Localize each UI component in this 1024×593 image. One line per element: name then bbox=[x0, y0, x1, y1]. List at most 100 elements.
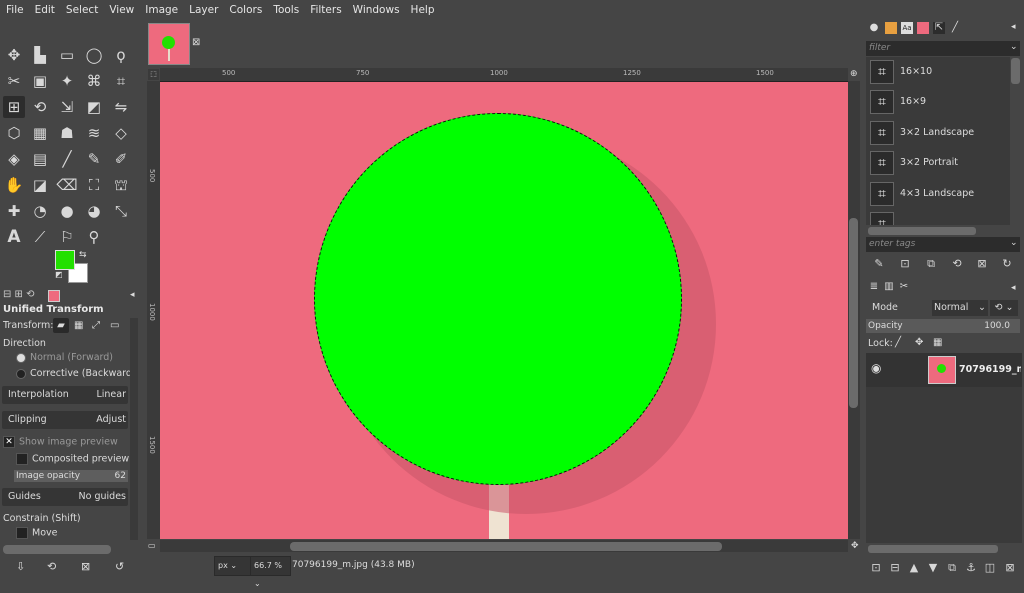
duplicate-preset-icon[interactable]: ⧉ bbox=[924, 257, 938, 271]
restore-options-icon[interactable]: ⟲ bbox=[47, 560, 56, 573]
clipping-select[interactable]: Clipping Adjust bbox=[2, 411, 128, 429]
smudge-icon[interactable]: ✋ bbox=[3, 174, 25, 196]
lock-position-icon[interactable]: ✥ bbox=[915, 337, 923, 348]
free-select-icon[interactable]: ϙ bbox=[110, 44, 132, 66]
fuzzy-select-icon[interactable]: ✦ bbox=[56, 70, 78, 92]
tool-options-vscroll[interactable] bbox=[130, 318, 138, 540]
handle-transform-icon[interactable]: ≋ bbox=[83, 122, 105, 144]
crop-tool-icon[interactable]: ⌗ bbox=[110, 70, 132, 92]
transform-path-icon[interactable]: ⤢ bbox=[92, 320, 100, 331]
composited-preview-checkbox[interactable]: Composited preview bbox=[16, 453, 129, 465]
quick-mask-toggle[interactable]: ⬚ bbox=[148, 69, 159, 80]
menu-help[interactable]: Help bbox=[405, 4, 440, 16]
unified-transform-icon[interactable]: ⊞ bbox=[3, 96, 25, 118]
mode-options-icon[interactable]: ⟲ ⌄ bbox=[990, 300, 1018, 316]
brushes-tab-icon[interactable]: ● bbox=[868, 22, 880, 34]
measure-icon[interactable]: ⚐ bbox=[56, 226, 78, 248]
layers-menu-icon[interactable]: ◂ bbox=[1011, 283, 1016, 293]
list-item[interactable]: ⌗ 3×2 Landscape bbox=[866, 118, 1010, 148]
delete-layer-icon[interactable]: ⊠ bbox=[1003, 561, 1017, 575]
perspective-icon[interactable]: ◇ bbox=[110, 122, 132, 144]
perspective-clone-icon[interactable]: ⛫ bbox=[110, 174, 132, 196]
tags-input[interactable]: enter tags bbox=[866, 237, 1020, 252]
menu-tools[interactable]: Tools bbox=[267, 4, 304, 16]
new-layer-icon[interactable]: ⊡ bbox=[869, 561, 883, 575]
align-tool-icon[interactable]: ▙ bbox=[29, 44, 51, 66]
eraser-icon[interactable]: ⌫ bbox=[56, 174, 78, 196]
bucket-fill-icon[interactable]: ◈ bbox=[3, 148, 25, 170]
foreground-color-swatch[interactable] bbox=[55, 250, 75, 270]
image-canvas[interactable] bbox=[160, 82, 848, 539]
tool-options-tab-icon[interactable]: ⊟ ⊞ ⟲ bbox=[3, 289, 35, 300]
patterns-tab-icon[interactable] bbox=[885, 22, 897, 34]
warp-transform-icon[interactable]: ☗ bbox=[56, 122, 78, 144]
images-tab-icon[interactable] bbox=[48, 290, 60, 302]
text-tool-icon[interactable]: A bbox=[3, 226, 25, 248]
menu-select[interactable]: Select bbox=[60, 4, 103, 16]
zoom-fit-icon[interactable]: ⊕ bbox=[850, 69, 858, 79]
image-opacity-slider[interactable]: Image opacity 62 bbox=[14, 470, 128, 482]
save-options-icon[interactable]: ⇩ bbox=[16, 560, 25, 573]
menu-filters[interactable]: Filters bbox=[304, 4, 346, 16]
layers-tab-icon[interactable]: ≣ bbox=[868, 281, 880, 293]
edit-preset-icon[interactable]: ✎ bbox=[872, 257, 886, 271]
dodge-burn-icon[interactable]: ◕ bbox=[83, 200, 105, 222]
default-colors-icon[interactable]: ◩ bbox=[55, 270, 63, 279]
airbrush-icon[interactable]: ✐ bbox=[110, 148, 132, 170]
menu-colors[interactable]: Colors bbox=[223, 4, 267, 16]
mask-layer-icon[interactable]: ◫ bbox=[983, 561, 997, 575]
direction-backward-radio[interactable]: Corrective (Backward) bbox=[16, 368, 136, 379]
menu-file[interactable]: File bbox=[0, 4, 29, 16]
brush-edit-tab-icon[interactable]: ╱ bbox=[949, 22, 961, 34]
3d-transform-icon[interactable]: ⬡ bbox=[3, 122, 25, 144]
rect-select-icon[interactable]: ▭ bbox=[56, 44, 78, 66]
unit-select[interactable]: px ⌄ bbox=[214, 556, 251, 576]
presets-scroll-thumb[interactable] bbox=[1011, 58, 1020, 84]
list-item[interactable]: ⌗ 4×3 Landscape bbox=[866, 179, 1010, 209]
ellipse-select-icon[interactable]: ◯ bbox=[83, 44, 105, 66]
tool-presets-tab-icon[interactable]: ⇱ bbox=[933, 22, 945, 34]
preset-filter-input[interactable]: filter bbox=[866, 41, 1020, 56]
dock-menu-icon[interactable]: ◂ bbox=[1011, 22, 1016, 32]
direction-forward-radio[interactable]: Normal (Forward) bbox=[16, 352, 113, 363]
anchor-layer-icon[interactable]: ⚓ bbox=[964, 561, 978, 575]
transform-selection-icon[interactable]: ▦ bbox=[74, 320, 83, 331]
selection-circle[interactable] bbox=[314, 113, 682, 485]
mypaint-brush-icon[interactable]: ◪ bbox=[29, 174, 51, 196]
filter-dropdown-icon[interactable]: ⌄ bbox=[1010, 42, 1018, 52]
pencil-icon[interactable]: ✎ bbox=[83, 148, 105, 170]
lower-layer-icon[interactable]: ▼ bbox=[926, 561, 940, 575]
zoom-select[interactable]: 66.7 % ⌄ bbox=[250, 556, 291, 588]
panel-menu-icon[interactable]: ◂ bbox=[130, 290, 135, 300]
interpolation-select[interactable]: Interpolation Linear bbox=[2, 386, 128, 404]
menu-edit[interactable]: Edit bbox=[29, 4, 60, 16]
paths-icon[interactable]: ⤡ bbox=[110, 200, 132, 222]
color-picker-icon[interactable]: ⌘ bbox=[83, 70, 105, 92]
menu-windows[interactable]: Windows bbox=[347, 4, 405, 16]
paintbrush-icon[interactable]: ╱ bbox=[56, 148, 78, 170]
fonts-tab-icon[interactable]: Aa bbox=[901, 22, 913, 34]
heal-icon[interactable]: ✚ bbox=[3, 200, 25, 222]
raise-layer-icon[interactable]: ▲ bbox=[907, 561, 921, 575]
mode-select[interactable]: Normal ⌄ bbox=[932, 300, 988, 316]
foreground-select-icon[interactable]: ▣ bbox=[29, 70, 51, 92]
list-item[interactable]: ⌗ 16×10 bbox=[866, 57, 1010, 87]
menu-image[interactable]: Image bbox=[139, 4, 183, 16]
close-image-icon[interactable]: ⊠ bbox=[192, 37, 200, 48]
rotate-tool-icon[interactable]: ⟲ bbox=[29, 96, 51, 118]
duplicate-layer-icon[interactable]: ⧉ bbox=[945, 561, 959, 575]
clone-icon[interactable]: ⛶ bbox=[83, 174, 105, 196]
delete-options-icon[interactable]: ⊠ bbox=[81, 560, 90, 573]
tool-options-scrollbar[interactable] bbox=[3, 545, 111, 554]
tags-dropdown-icon[interactable]: ⌄ bbox=[1010, 238, 1018, 248]
lock-pixels-icon[interactable]: ╱ bbox=[895, 337, 901, 348]
delete-preset-icon[interactable]: ⊠ bbox=[975, 257, 989, 271]
list-item[interactable]: ⌗ 3×2 Portrait bbox=[866, 148, 1010, 178]
list-item[interactable]: ⌗ 16×9 bbox=[866, 87, 1010, 117]
paths-tab-icon[interactable]: ✂ bbox=[898, 281, 910, 293]
show-preview-checkbox[interactable]: ✕ Show image preview bbox=[3, 436, 118, 448]
zoom-icon[interactable]: ⚲ bbox=[83, 226, 105, 248]
move-checkbox[interactable]: Move bbox=[16, 527, 57, 539]
canvas-hscroll-thumb[interactable] bbox=[290, 542, 722, 551]
new-group-icon[interactable]: ⊟ bbox=[888, 561, 902, 575]
